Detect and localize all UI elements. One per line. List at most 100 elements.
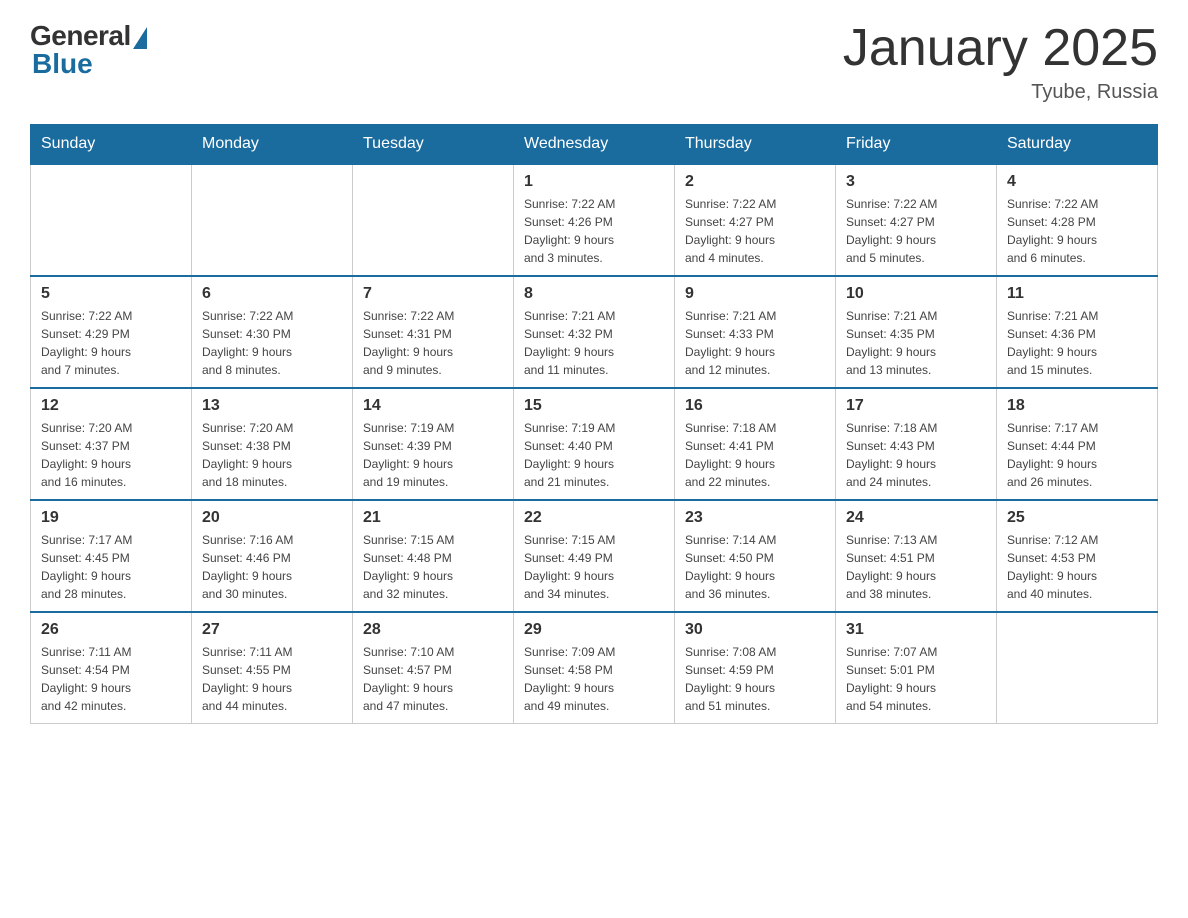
- week-row-4: 19 Sunrise: 7:17 AM Sunset: 4:45 PM Dayli…: [31, 500, 1158, 612]
- day-number: 21: [363, 509, 503, 527]
- day-info: Sunrise: 7:22 AM Sunset: 4:29 PM Dayligh…: [41, 307, 181, 379]
- calendar-cell: [192, 164, 353, 276]
- calendar-cell: 14Sunrise: 7:19 AM Sunset: 4:39 PM Dayli…: [353, 388, 514, 500]
- day-number: 16: [685, 397, 825, 415]
- day-info: Sunrise: 7:09 AM Sunset: 4:58 PM Dayligh…: [524, 643, 664, 715]
- day-info: Sunrise: 7:18 AM Sunset: 4:43 PM Dayligh…: [846, 419, 986, 491]
- weekday-header-wednesday: Wednesday: [514, 125, 675, 165]
- calendar-cell: [353, 164, 514, 276]
- day-info: Sunrise: 7:22 AM Sunset: 4:27 PM Dayligh…: [685, 195, 825, 267]
- day-info: Sunrise: 7:14 AM Sunset: 4:50 PM Dayligh…: [685, 531, 825, 603]
- calendar-cell: 10 Sunrise: 7:21 AM Sunset: 4:35 PM Dayli…: [836, 276, 997, 388]
- day-info: Sunrise: 7:19 AM Sunset: 4:39 PM Dayligh…: [363, 419, 503, 491]
- day-number: 31: [846, 621, 986, 639]
- location-text: Tyube, Russia: [843, 81, 1158, 104]
- day-info: Sunrise: 7:20 AM Sunset: 4:38 PM Dayligh…: [202, 419, 342, 491]
- calendar-cell: [997, 612, 1158, 724]
- calendar-cell: 5 Sunrise: 7:22 AM Sunset: 4:29 PM Daylig…: [31, 276, 192, 388]
- day-info: Sunrise: 7:13 AM Sunset: 4:51 PM Dayligh…: [846, 531, 986, 603]
- day-number: 17: [846, 397, 986, 415]
- day-info: Sunrise: 7:22 AM Sunset: 4:30 PM Dayligh…: [202, 307, 342, 379]
- week-row-2: 5 Sunrise: 7:22 AM Sunset: 4:29 PM Daylig…: [31, 276, 1158, 388]
- day-info: Sunrise: 7:08 AM Sunset: 4:59 PM Dayligh…: [685, 643, 825, 715]
- page-header: General Blue January 2025 Tyube, Russia: [30, 20, 1158, 104]
- calendar-cell: 4 Sunrise: 7:22 AM Sunset: 4:28 PM Daylig…: [997, 164, 1158, 276]
- calendar-cell: 15Sunrise: 7:19 AM Sunset: 4:40 PM Dayli…: [514, 388, 675, 500]
- calendar-cell: 27 Sunrise: 7:11 AM Sunset: 4:55 PM Dayli…: [192, 612, 353, 724]
- day-info: Sunrise: 7:17 AM Sunset: 4:45 PM Dayligh…: [41, 531, 181, 603]
- day-number: 10: [846, 285, 986, 303]
- day-number: 18: [1007, 397, 1147, 415]
- day-number: 20: [202, 509, 342, 527]
- day-info: Sunrise: 7:21 AM Sunset: 4:32 PM Dayligh…: [524, 307, 664, 379]
- day-number: 11: [1007, 285, 1147, 303]
- calendar-cell: 21 Sunrise: 7:15 AM Sunset: 4:48 PM Dayli…: [353, 500, 514, 612]
- day-number: 30: [685, 621, 825, 639]
- day-info: Sunrise: 7:22 AM Sunset: 4:31 PM Dayligh…: [363, 307, 503, 379]
- day-number: 3: [846, 173, 986, 191]
- day-number: 23: [685, 509, 825, 527]
- day-info: Sunrise: 7:16 AM Sunset: 4:46 PM Dayligh…: [202, 531, 342, 603]
- day-number: 1: [524, 173, 664, 191]
- calendar-cell: [31, 164, 192, 276]
- day-info: Sunrise: 7:18 AM Sunset: 4:41 PM Dayligh…: [685, 419, 825, 491]
- week-row-5: 26Sunrise: 7:11 AM Sunset: 4:54 PM Dayli…: [31, 612, 1158, 724]
- day-info: Sunrise: 7:10 AM Sunset: 4:57 PM Dayligh…: [363, 643, 503, 715]
- day-info: Sunrise: 7:11 AM Sunset: 4:55 PM Dayligh…: [202, 643, 342, 715]
- calendar-cell: 25Sunrise: 7:12 AM Sunset: 4:53 PM Dayli…: [997, 500, 1158, 612]
- title-section: January 2025 Tyube, Russia: [843, 20, 1158, 104]
- weekday-header-friday: Friday: [836, 125, 997, 165]
- calendar-cell: 16 Sunrise: 7:18 AM Sunset: 4:41 PM Dayli…: [675, 388, 836, 500]
- day-number: 7: [363, 285, 503, 303]
- week-row-3: 12Sunrise: 7:20 AM Sunset: 4:37 PM Dayli…: [31, 388, 1158, 500]
- day-info: Sunrise: 7:22 AM Sunset: 4:26 PM Dayligh…: [524, 195, 664, 267]
- day-number: 8: [524, 285, 664, 303]
- day-number: 5: [41, 285, 181, 303]
- week-row-1: 1 Sunrise: 7:22 AM Sunset: 4:26 PM Daylig…: [31, 164, 1158, 276]
- day-number: 4: [1007, 173, 1147, 191]
- calendar-cell: 6Sunrise: 7:22 AM Sunset: 4:30 PM Daylig…: [192, 276, 353, 388]
- calendar-cell: 20 Sunrise: 7:16 AM Sunset: 4:46 PM Dayli…: [192, 500, 353, 612]
- calendar-cell: 30 Sunrise: 7:08 AM Sunset: 4:59 PM Dayli…: [675, 612, 836, 724]
- weekday-header-saturday: Saturday: [997, 125, 1158, 165]
- day-info: Sunrise: 7:22 AM Sunset: 4:27 PM Dayligh…: [846, 195, 986, 267]
- day-info: Sunrise: 7:12 AM Sunset: 4:53 PM Dayligh…: [1007, 531, 1147, 603]
- calendar-cell: 2 Sunrise: 7:22 AM Sunset: 4:27 PM Daylig…: [675, 164, 836, 276]
- day-info: Sunrise: 7:21 AM Sunset: 4:33 PM Dayligh…: [685, 307, 825, 379]
- calendar-cell: 13 Sunrise: 7:20 AM Sunset: 4:38 PM Dayli…: [192, 388, 353, 500]
- weekday-header-monday: Monday: [192, 125, 353, 165]
- logo-blue-text: Blue: [32, 48, 93, 80]
- day-number: 28: [363, 621, 503, 639]
- day-number: 9: [685, 285, 825, 303]
- calendar-cell: 8 Sunrise: 7:21 AM Sunset: 4:32 PM Daylig…: [514, 276, 675, 388]
- calendar-cell: 23 Sunrise: 7:14 AM Sunset: 4:50 PM Dayli…: [675, 500, 836, 612]
- day-number: 26: [41, 621, 181, 639]
- month-title: January 2025: [843, 20, 1158, 77]
- day-info: Sunrise: 7:15 AM Sunset: 4:48 PM Dayligh…: [363, 531, 503, 603]
- day-info: Sunrise: 7:22 AM Sunset: 4:28 PM Dayligh…: [1007, 195, 1147, 267]
- calendar-cell: 11 Sunrise: 7:21 AM Sunset: 4:36 PM Dayli…: [997, 276, 1158, 388]
- calendar-cell: 12Sunrise: 7:20 AM Sunset: 4:37 PM Dayli…: [31, 388, 192, 500]
- day-number: 24: [846, 509, 986, 527]
- calendar-cell: 3 Sunrise: 7:22 AM Sunset: 4:27 PM Daylig…: [836, 164, 997, 276]
- day-number: 2: [685, 173, 825, 191]
- weekday-header-tuesday: Tuesday: [353, 125, 514, 165]
- logo-triangle-icon: [133, 27, 147, 49]
- calendar-cell: 26Sunrise: 7:11 AM Sunset: 4:54 PM Dayli…: [31, 612, 192, 724]
- calendar-cell: 17 Sunrise: 7:18 AM Sunset: 4:43 PM Dayli…: [836, 388, 997, 500]
- day-info: Sunrise: 7:21 AM Sunset: 4:35 PM Dayligh…: [846, 307, 986, 379]
- calendar-table: SundayMondayTuesdayWednesdayThursdayFrid…: [30, 124, 1158, 724]
- day-number: 15: [524, 397, 664, 415]
- weekday-header-thursday: Thursday: [675, 125, 836, 165]
- day-number: 13: [202, 397, 342, 415]
- day-number: 29: [524, 621, 664, 639]
- weekday-header-sunday: Sunday: [31, 125, 192, 165]
- calendar-cell: 7 Sunrise: 7:22 AM Sunset: 4:31 PM Daylig…: [353, 276, 514, 388]
- calendar-cell: 1 Sunrise: 7:22 AM Sunset: 4:26 PM Daylig…: [514, 164, 675, 276]
- calendar-cell: 9 Sunrise: 7:21 AM Sunset: 4:33 PM Daylig…: [675, 276, 836, 388]
- day-number: 27: [202, 621, 342, 639]
- calendar-cell: 31Sunrise: 7:07 AM Sunset: 5:01 PM Dayli…: [836, 612, 997, 724]
- day-info: Sunrise: 7:21 AM Sunset: 4:36 PM Dayligh…: [1007, 307, 1147, 379]
- day-number: 19: [41, 509, 181, 527]
- calendar-cell: 24 Sunrise: 7:13 AM Sunset: 4:51 PM Dayli…: [836, 500, 997, 612]
